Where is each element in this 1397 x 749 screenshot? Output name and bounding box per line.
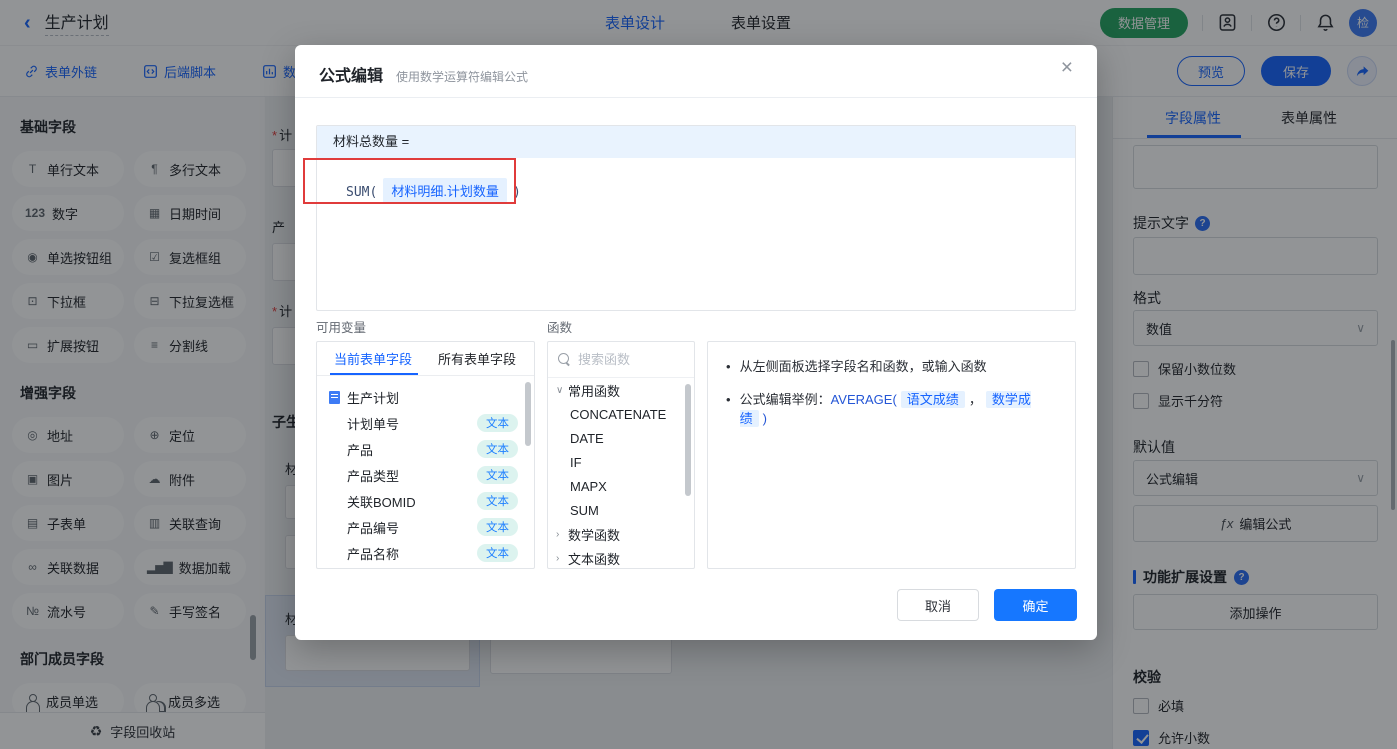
- bullet-icon: •: [726, 391, 731, 407]
- function-item[interactable]: DATE: [548, 426, 694, 450]
- tab-all-form-fields[interactable]: 所有表单字段: [438, 349, 516, 368]
- type-badge: 文本: [477, 492, 518, 510]
- variables-label: 可用变量: [316, 321, 367, 335]
- tree-root-item[interactable]: 生产计划: [317, 384, 534, 410]
- function-item[interactable]: IF: [548, 450, 694, 474]
- type-badge: 文本: [477, 466, 518, 484]
- tip-line: • 从左侧面板选择字段名和函数，或输入函数: [726, 357, 1057, 377]
- function-search-input[interactable]: [578, 352, 678, 367]
- functions-scrollbar[interactable]: [685, 384, 691, 496]
- type-badge: 文本: [477, 518, 518, 536]
- modal-header: 公式编辑 使用数学运算符编辑公式: [319, 62, 528, 86]
- modal-divider: [295, 97, 1097, 98]
- close-icon[interactable]: ×: [1061, 57, 1073, 78]
- tree-field-item[interactable]: 产品 文本: [317, 436, 534, 462]
- tip-example: 公式编辑举例：AVERAGE(语文成绩，数学成绩): [739, 390, 1031, 427]
- formula-expression[interactable]: SUM( 材料明细.计划数量): [317, 158, 1075, 203]
- tree-field-item[interactable]: 产品编号 文本: [317, 514, 534, 540]
- variables-tabs: 当前表单字段 所有表单字段: [317, 342, 534, 376]
- modal-subtitle: 使用数学运算符编辑公式: [396, 70, 529, 84]
- formula-field-token[interactable]: 材料明细.计划数量: [383, 178, 507, 203]
- tree-field-item[interactable]: 关联BOMID 文本: [317, 488, 534, 514]
- function-item[interactable]: MAPX: [548, 474, 694, 498]
- variables-scrollbar[interactable]: [525, 382, 531, 446]
- document-icon: [329, 390, 340, 404]
- cancel-button[interactable]: 取消: [897, 589, 979, 621]
- example-field-chip: 语文成绩: [900, 390, 965, 408]
- function-item[interactable]: SUM: [548, 498, 694, 522]
- confirm-button[interactable]: 确定: [994, 589, 1077, 621]
- tree-field-item[interactable]: 计划单号 文本: [317, 410, 534, 436]
- app-window: ‹ 生产计划 表单设计 表单设置 数据管理 检 表单外链 后端脚本 预览 保存 …: [0, 0, 1397, 749]
- type-badge: 文本: [477, 440, 518, 458]
- tip-example-line: • 公式编辑举例：AVERAGE(语文成绩，数学成绩): [726, 390, 1057, 429]
- functions-label: 函数: [547, 321, 573, 335]
- formula-edit-modal: 公式编辑 使用数学运算符编辑公式 × 材料总数量 = SUM( 材料明细.计划数量…: [295, 45, 1097, 640]
- tips-panel: • 从左侧面板选择字段名和函数，或输入函数 • 公式编辑举例：AVERAGE(语…: [707, 341, 1076, 569]
- active-tab-underline: [330, 373, 418, 375]
- function-group-math[interactable]: › 数学函数: [548, 522, 694, 546]
- functions-panel: ∨常用函数 CONCATENATE DATE IF MAPX SUM ›数学函数…: [547, 341, 695, 569]
- function-group-common[interactable]: ∨ 常用函数: [548, 378, 694, 402]
- tree-field-item[interactable]: 产品类型 文本: [317, 462, 534, 488]
- type-badge: 文本: [477, 414, 518, 432]
- formula-target: 材料总数量 =: [317, 126, 1075, 158]
- function-item[interactable]: CONCATENATE: [548, 402, 694, 426]
- function-group-text[interactable]: › 文本函数: [548, 546, 694, 568]
- bullet-icon: •: [726, 359, 731, 374]
- variables-tree: 生产计划 计划单号 文本 产品 文本 产品类型 文本 关联BOMID 文本 产品编号 文本…: [317, 376, 534, 566]
- tab-current-form-fields[interactable]: 当前表单字段: [334, 349, 412, 368]
- chevron-right-icon: ›: [556, 552, 560, 564]
- search-icon: [558, 353, 571, 366]
- function-search: [548, 342, 694, 378]
- chevron-down-icon: ∨: [556, 384, 564, 396]
- formula-editor[interactable]: 材料总数量 = SUM( 材料明细.计划数量): [316, 125, 1076, 311]
- formula-function-close: ): [512, 185, 521, 200]
- chevron-right-icon: ›: [556, 528, 560, 540]
- variables-panel: 当前表单字段 所有表单字段 生产计划 计划单号 文本 产品 文本 产品类型 文本 关联…: [316, 341, 535, 569]
- type-badge: 文本: [477, 544, 518, 562]
- modal-title: 公式编辑: [319, 68, 384, 85]
- formula-function-open: SUM(: [346, 185, 378, 200]
- tree-field-item[interactable]: 产品名称 文本: [317, 540, 534, 566]
